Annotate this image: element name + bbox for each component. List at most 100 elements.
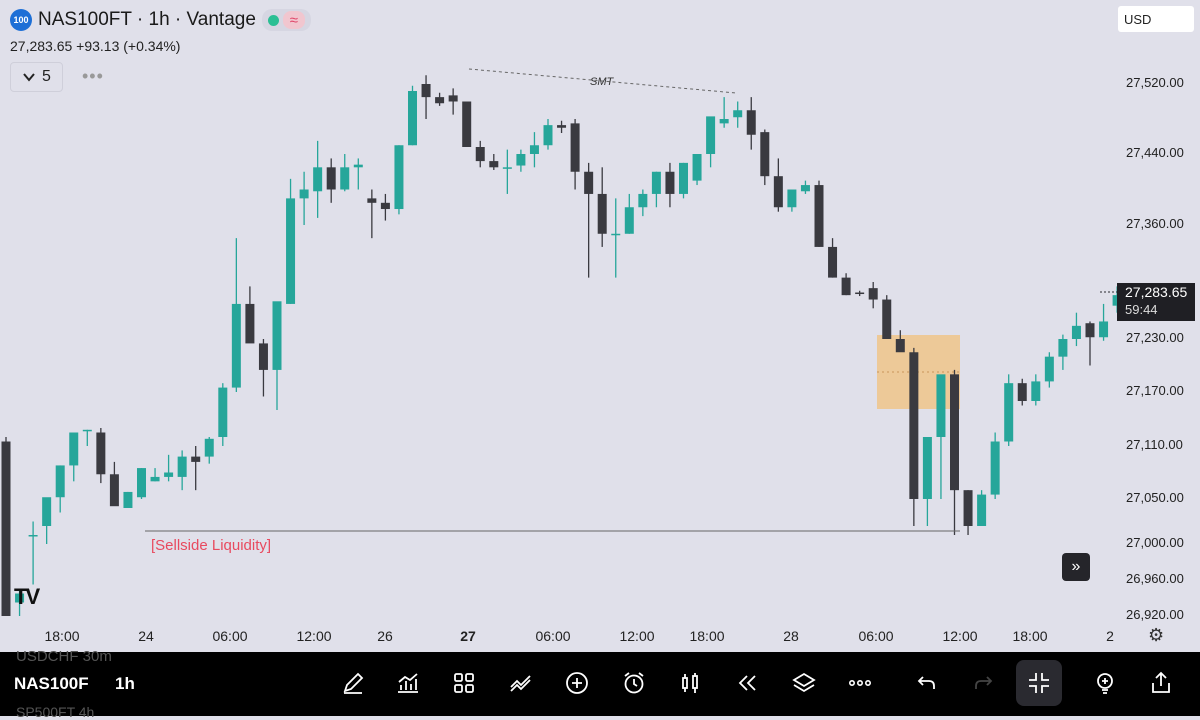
candle[interactable] (922, 437, 932, 526)
candle[interactable] (408, 85, 417, 146)
candle[interactable] (231, 238, 241, 392)
candle[interactable] (123, 491, 133, 508)
candle[interactable] (204, 437, 214, 464)
candle[interactable] (394, 145, 404, 215)
layouts-button[interactable] (447, 666, 481, 700)
candle[interactable] (1099, 303, 1109, 341)
candle[interactable] (109, 461, 119, 507)
fullscreen-exit-button[interactable] (1016, 660, 1062, 706)
candle[interactable] (611, 198, 621, 278)
add-button[interactable] (560, 666, 594, 700)
redo-button[interactable] (966, 666, 1000, 700)
candle[interactable] (1058, 334, 1068, 370)
candle[interactable] (28, 521, 38, 585)
replay-button[interactable] (730, 666, 764, 700)
candle[interactable] (462, 101, 472, 148)
candle[interactable] (570, 119, 580, 190)
candle[interactable] (624, 193, 634, 234)
candle[interactable] (936, 374, 946, 499)
candle[interactable] (475, 140, 485, 168)
candle[interactable] (150, 468, 160, 482)
candle[interactable] (353, 158, 363, 190)
candle[interactable] (665, 162, 675, 208)
watchlist-prev-item[interactable]: USDCHF 30m (16, 648, 112, 665)
candle[interactable] (1031, 374, 1041, 406)
candle[interactable] (692, 154, 702, 186)
candle[interactable] (990, 432, 1000, 500)
candle[interactable] (841, 273, 851, 296)
candle[interactable] (800, 180, 810, 194)
candle[interactable] (760, 129, 770, 186)
candle[interactable] (1044, 352, 1054, 388)
candle[interactable] (313, 140, 323, 218)
chart-type-button[interactable] (673, 666, 707, 700)
scroll-to-realtime-button[interactable]: » (1062, 553, 1090, 581)
strategies-button[interactable] (504, 666, 538, 700)
candle[interactable] (299, 171, 309, 225)
candle[interactable] (679, 162, 688, 199)
candle[interactable] (1085, 321, 1095, 366)
candle[interactable] (82, 429, 92, 446)
candle[interactable] (137, 468, 146, 499)
candle[interactable] (489, 154, 499, 170)
candle[interactable] (814, 180, 824, 247)
candle[interactable] (516, 149, 526, 172)
draw-tool-button[interactable] (336, 666, 370, 700)
alert-button[interactable] (617, 666, 651, 700)
candle[interactable] (543, 119, 553, 150)
settings-gear-icon[interactable]: ⚙ (1148, 625, 1164, 646)
candle[interactable] (286, 178, 296, 304)
candle[interactable] (584, 162, 594, 278)
indicators-button[interactable] (391, 666, 425, 700)
candle[interactable] (855, 290, 865, 297)
market-status-pill[interactable]: ≈ (261, 9, 311, 31)
candle[interactable] (502, 149, 512, 194)
object-tree-button[interactable] (787, 666, 821, 700)
candle[interactable] (1004, 374, 1014, 446)
more-dots-icon[interactable]: ••• (82, 66, 104, 87)
candle[interactable] (326, 158, 336, 203)
candle[interactable] (909, 347, 919, 526)
watchlist-next-item[interactable]: SP500FT 4h (16, 704, 94, 720)
candle[interactable] (638, 189, 648, 217)
candle[interactable] (42, 497, 52, 544)
candle[interactable] (258, 339, 268, 397)
candle[interactable] (597, 167, 607, 247)
candle[interactable] (651, 171, 661, 208)
candle[interactable] (272, 301, 282, 410)
candle[interactable] (380, 193, 390, 221)
candle[interactable] (448, 88, 458, 115)
candle[interactable] (706, 116, 716, 168)
candle[interactable] (746, 97, 756, 150)
currency-selector[interactable]: USD (1118, 6, 1194, 32)
candle[interactable] (733, 101, 743, 128)
symbol-title[interactable]: NAS100FT · 1h · Vantage (38, 9, 256, 31)
candle[interactable] (868, 282, 878, 309)
candle[interactable] (177, 450, 187, 491)
candle[interactable] (828, 238, 838, 278)
candle[interactable] (1, 437, 11, 616)
candle[interactable] (529, 132, 539, 168)
candle[interactable] (963, 490, 973, 535)
share-button[interactable] (1144, 666, 1178, 700)
candle[interactable] (773, 158, 783, 212)
candle[interactable] (96, 428, 106, 484)
candle[interactable] (1071, 312, 1081, 347)
candle[interactable] (218, 383, 228, 446)
indicators-toggle-button[interactable]: 5 (10, 62, 63, 92)
ideas-button[interactable] (1088, 666, 1122, 700)
candle[interactable] (787, 189, 797, 212)
candle[interactable] (55, 465, 65, 513)
toolbar-interval[interactable]: 1h (115, 674, 135, 694)
candle[interactable] (719, 97, 729, 128)
candle[interactable] (895, 330, 905, 353)
candle[interactable] (882, 295, 892, 339)
candle[interactable] (340, 154, 350, 192)
toolbar-symbol[interactable]: NAS100F (14, 674, 89, 694)
candle[interactable] (435, 92, 445, 106)
chart-area[interactable]: SMT [Sellside Liquidity] 100 NAS100FT · 1… (0, 0, 1200, 652)
candle[interactable] (977, 490, 987, 526)
candle[interactable] (245, 286, 255, 344)
candle[interactable] (1017, 378, 1027, 406)
candle[interactable] (421, 75, 431, 119)
